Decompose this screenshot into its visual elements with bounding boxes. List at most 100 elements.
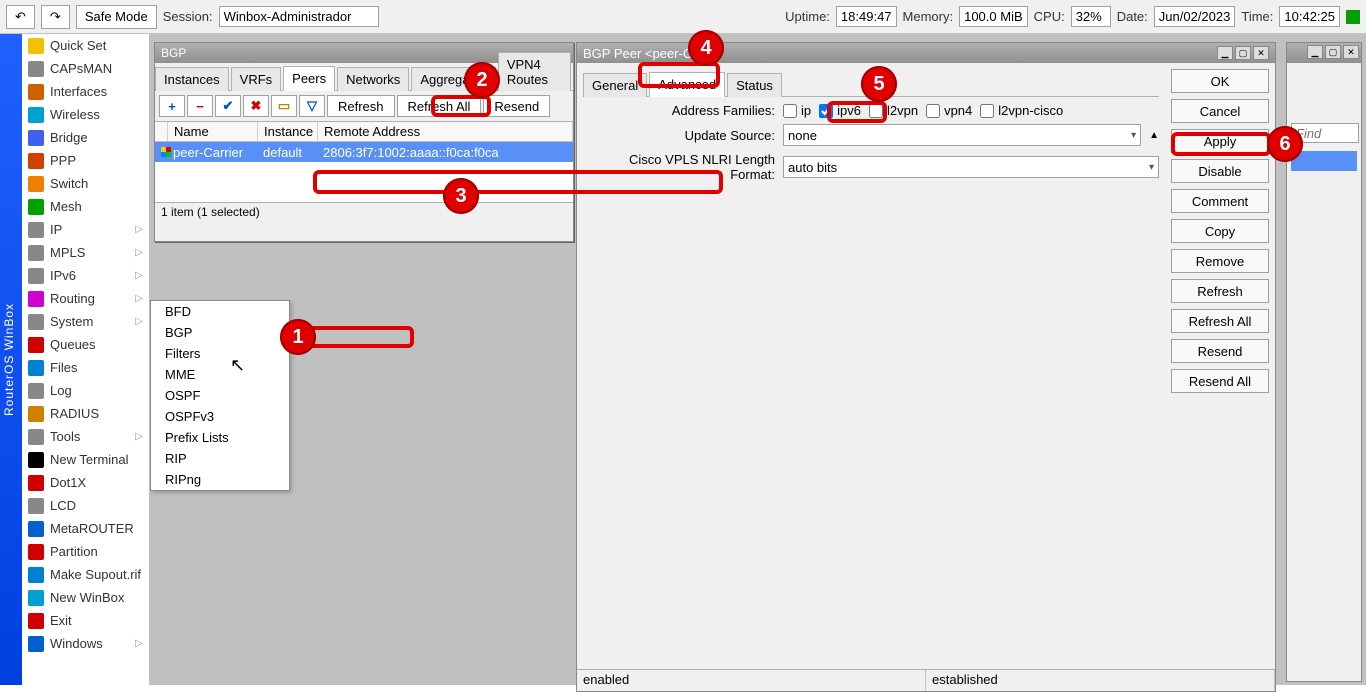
refresh-button[interactable]: Refresh	[1171, 279, 1269, 303]
copy-button[interactable]: Copy	[1171, 219, 1269, 243]
close-icon[interactable]: ✕	[1343, 45, 1359, 59]
checkbox-input-l2vpn-cisco[interactable]	[980, 104, 994, 118]
disable-button[interactable]: ✖	[243, 95, 269, 117]
checkbox-ipv6[interactable]: ipv6	[819, 103, 861, 118]
tab-status[interactable]: Status	[727, 73, 782, 97]
files-icon	[28, 360, 44, 376]
sidebar-item-ppp[interactable]: PPP	[22, 149, 149, 172]
sidebar-item-tools[interactable]: Tools▷	[22, 425, 149, 448]
sidebar-item-mesh[interactable]: Mesh	[22, 195, 149, 218]
sidebar-item-ipv6[interactable]: IPv6▷	[22, 264, 149, 287]
cancel-button[interactable]: Cancel	[1171, 99, 1269, 123]
update-source-combo[interactable]: none	[783, 124, 1141, 146]
sidebar-item-metarouter[interactable]: MetaROUTER	[22, 517, 149, 540]
sidebar-item-bridge[interactable]: Bridge	[22, 126, 149, 149]
session-value[interactable]: Winbox-Administrador	[219, 6, 379, 27]
resend-all-button[interactable]: Resend All	[1171, 369, 1269, 393]
sidebar-item-switch[interactable]: Switch	[22, 172, 149, 195]
sidebar-item-dot1x[interactable]: Dot1X	[22, 471, 149, 494]
add-button[interactable]: +	[159, 95, 185, 117]
col-instance[interactable]: Instance	[258, 122, 318, 141]
cpu-label: CPU:	[1034, 9, 1065, 24]
ok-button[interactable]: OK	[1171, 69, 1269, 93]
enable-button[interactable]: ✔	[215, 95, 241, 117]
resend-button[interactable]: Resend	[1171, 339, 1269, 363]
sidebar-item-windows[interactable]: Windows▷	[22, 632, 149, 655]
submenu-item-ospf[interactable]: OSPF	[151, 385, 289, 406]
safe-mode-button[interactable]: Safe Mode	[76, 5, 157, 29]
back-button[interactable]: ↶	[6, 5, 35, 29]
sidebar-item-log[interactable]: Log	[22, 379, 149, 402]
sidebar-item-quick-set[interactable]: Quick Set	[22, 34, 149, 57]
supout-icon	[28, 567, 44, 583]
maximize-icon[interactable]: ▢	[1325, 45, 1341, 59]
main-area: BGP InstancesVRFsPeersNetworksAggregates…	[150, 34, 1366, 685]
checkbox-vpn4[interactable]: vpn4	[926, 103, 972, 118]
checkbox-input-ip[interactable]	[783, 104, 797, 118]
col-name[interactable]: Name	[168, 122, 258, 141]
tab-vpn4-routes[interactable]: VPN4 Routes	[498, 52, 571, 91]
refresh-all-button[interactable]: Refresh All	[397, 95, 482, 117]
sidebar-item-queues[interactable]: Queues	[22, 333, 149, 356]
bgp-list-header: Name Instance Remote Address	[155, 122, 573, 142]
peer-status-right: established	[926, 670, 1275, 691]
sidebar-item-new-terminal[interactable]: New Terminal	[22, 448, 149, 471]
sidebar-item-partition[interactable]: Partition	[22, 540, 149, 563]
sidebar-item-wireless[interactable]: Wireless	[22, 103, 149, 126]
checkbox-l2vpn-cisco[interactable]: l2vpn-cisco	[980, 103, 1063, 118]
bgp-statusbar: 1 item (1 selected)	[155, 202, 573, 224]
sidebar-item-make-supout-rif[interactable]: Make Supout.rif	[22, 563, 149, 586]
tab-advanced[interactable]: Advanced	[649, 72, 725, 97]
sidebar-item-lcd[interactable]: LCD	[22, 494, 149, 517]
bgp-peer-row[interactable]: peer-Carrier default 2806:3f7:1002:aaaa:…	[155, 142, 573, 162]
sidebar-item-mpls[interactable]: MPLS▷	[22, 241, 149, 264]
right-selected-row[interactable]	[1291, 151, 1357, 171]
sidebar-item-system[interactable]: System▷	[22, 310, 149, 333]
sidebar-item-new-winbox[interactable]: New WinBox	[22, 586, 149, 609]
checkbox-ip[interactable]: ip	[783, 103, 811, 118]
tab-networks[interactable]: Networks	[337, 67, 409, 91]
submenu-item-filters[interactable]: Filters	[151, 343, 289, 364]
tab-vrfs[interactable]: VRFs	[231, 67, 282, 91]
sidebar-item-ip[interactable]: IP▷	[22, 218, 149, 241]
checkbox-input-ipv6[interactable]	[819, 104, 833, 118]
checkbox-input-vpn4[interactable]	[926, 104, 940, 118]
tab-peers[interactable]: Peers	[283, 66, 335, 91]
sidebar-item-radius[interactable]: RADIUS	[22, 402, 149, 425]
sidebar-item-routing[interactable]: Routing▷	[22, 287, 149, 310]
sidebar-item-interfaces[interactable]: Interfaces	[22, 80, 149, 103]
disable-button[interactable]: Disable	[1171, 159, 1269, 183]
apply-button[interactable]: Apply	[1171, 129, 1269, 153]
maximize-icon[interactable]: ▢	[1235, 46, 1251, 60]
close-icon[interactable]: ✕	[1253, 46, 1269, 60]
filter-button[interactable]: ▽	[299, 95, 325, 117]
minimize-icon[interactable]: ▁	[1217, 46, 1233, 60]
submenu-item-ripng[interactable]: RIPng	[151, 469, 289, 490]
comment-button[interactable]: Comment	[1171, 189, 1269, 213]
checkbox-l2vpn[interactable]: l2vpn	[869, 103, 918, 118]
tab-instances[interactable]: Instances	[155, 67, 229, 91]
submenu-item-bgp[interactable]: BGP	[151, 322, 289, 343]
minimize-icon[interactable]: ▁	[1307, 45, 1323, 59]
refresh-button[interactable]: Refresh	[327, 95, 395, 117]
submenu-item-bfd[interactable]: BFD	[151, 301, 289, 322]
submenu-item-mme[interactable]: MME	[151, 364, 289, 385]
tab-general[interactable]: General	[583, 73, 647, 97]
col-remote[interactable]: Remote Address	[318, 122, 573, 141]
sidebar-item-files[interactable]: Files	[22, 356, 149, 379]
up-triangle-icon[interactable]: ▲	[1149, 130, 1159, 141]
cisco-vpls-combo[interactable]: auto bits	[783, 156, 1159, 178]
forward-button[interactable]: ↷	[41, 5, 70, 29]
resend-button[interactable]: Resend	[483, 95, 550, 117]
checkbox-input-l2vpn[interactable]	[869, 104, 883, 118]
submenu-item-ospfv3[interactable]: OSPFv3	[151, 406, 289, 427]
submenu-item-rip[interactable]: RIP	[151, 448, 289, 469]
refresh-all-button[interactable]: Refresh All	[1171, 309, 1269, 333]
sidebar-item-capsman[interactable]: CAPsMAN	[22, 57, 149, 80]
af-label: Address Families:	[583, 103, 783, 118]
submenu-item-prefix-lists[interactable]: Prefix Lists	[151, 427, 289, 448]
sidebar-item-exit[interactable]: Exit	[22, 609, 149, 632]
remove-button[interactable]: Remove	[1171, 249, 1269, 273]
comment-button[interactable]: ▭	[271, 95, 297, 117]
remove-button[interactable]: −	[187, 95, 213, 117]
